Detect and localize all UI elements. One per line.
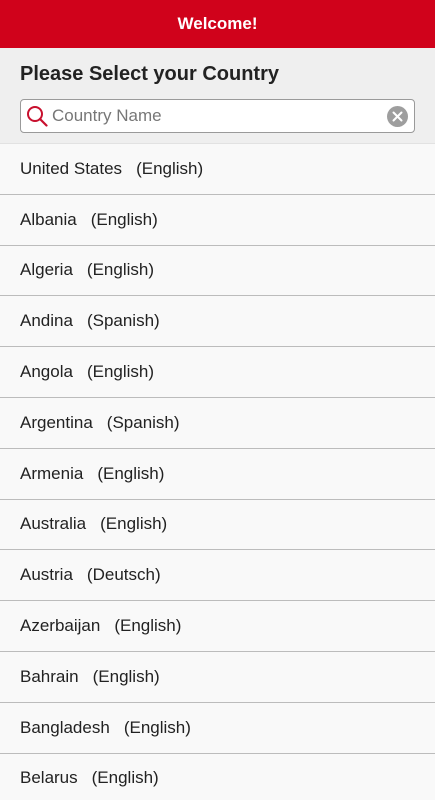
country-name: Bahrain <box>20 666 79 686</box>
country-language: (Deutsch) <box>86 565 161 585</box>
country-list-item[interactable]: Algeria (English) <box>0 245 435 297</box>
page-title: Please Select your Country <box>20 63 279 85</box>
country-language: (English) <box>97 463 165 483</box>
top-bar: Welcome! <box>0 0 435 48</box>
country-language: (English) <box>90 209 158 229</box>
search-box[interactable] <box>20 99 415 133</box>
country-name: Australia <box>20 514 87 534</box>
app-screen: Welcome! Please Select your Country Unit… <box>0 0 435 800</box>
country-language: (English) <box>123 717 191 737</box>
country-name: Andina <box>20 311 73 331</box>
welcome-title: Welcome! <box>177 14 258 33</box>
country-language: (Spanish) <box>86 311 160 331</box>
country-language: (English) <box>100 514 168 534</box>
country-list: United States (English) Albania (English) Al… <box>0 144 435 800</box>
country-language: (English) <box>114 616 182 636</box>
country-list-item[interactable]: Australia (English) <box>0 499 435 551</box>
country-list-item[interactable]: Bahrain (English) <box>0 651 435 703</box>
country-language: (English) <box>136 158 204 178</box>
country-language: (English) <box>86 362 155 382</box>
country-list-item[interactable]: Argentina (Spanish) <box>0 397 435 449</box>
country-name: Argentina <box>20 412 93 432</box>
country-list-item[interactable]: Andina (Spanish) <box>0 296 435 348</box>
country-language: (English) <box>92 666 160 686</box>
country-list-item[interactable]: Albania (English) <box>0 194 435 246</box>
country-language: (English) <box>91 768 159 788</box>
country-name: Albania <box>20 209 77 229</box>
clear-search-icon[interactable] <box>387 105 408 127</box>
country-name: Algeria <box>20 260 73 280</box>
country-language: (English) <box>86 260 155 280</box>
country-name: Bangladesh <box>20 717 110 737</box>
country-name: Austria <box>20 565 73 585</box>
country-list-item[interactable]: Austria (Deutsch) <box>0 550 435 602</box>
country-list-item[interactable]: Bangladesh (English) <box>0 702 435 754</box>
country-list-item[interactable]: Belarus (English) <box>0 753 435 800</box>
country-select-header: Please Select your Country <box>0 48 435 144</box>
country-name: Angola <box>20 362 73 382</box>
country-name: Belarus <box>20 768 78 788</box>
country-language: (Spanish) <box>106 412 180 432</box>
country-list-item[interactable]: United States (English) <box>0 144 435 195</box>
search-input[interactable] <box>52 101 387 131</box>
country-name: Armenia <box>20 463 84 483</box>
country-name: United States <box>20 158 123 178</box>
country-list-item[interactable]: Azerbaijan (English) <box>0 601 435 652</box>
search-icon <box>25 104 49 128</box>
country-list-item[interactable]: Armenia (English) <box>0 448 435 500</box>
country-name: Azerbaijan <box>20 616 101 636</box>
country-list-item[interactable]: Angola (English) <box>0 347 435 398</box>
